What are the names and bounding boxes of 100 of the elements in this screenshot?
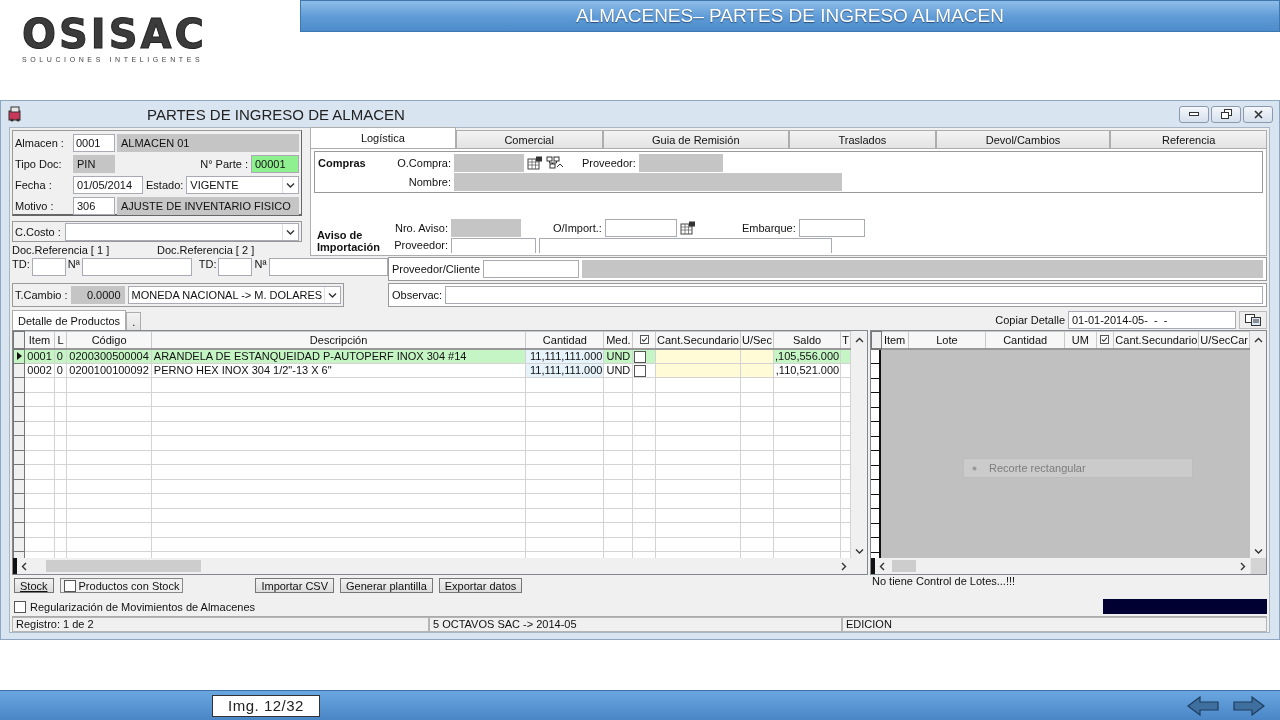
number-field[interactable] [81,258,192,276]
chevron-down-icon [328,292,337,298]
field-label: Proveedor/Cliente [392,263,481,275]
column-header[interactable]: Cant.Secundario [1113,331,1199,349]
checkbox[interactable] [63,579,76,592]
row-pointer-icon [17,352,22,361]
column-header[interactable]: UM [1064,331,1097,349]
copy-button[interactable] [1239,311,1267,329]
client-name-field[interactable] [582,260,1263,278]
vertical-scrollbar[interactable] [1250,331,1266,558]
image-counter: Img. 12/32 [212,694,320,717]
column-header[interactable]: Cantidad [525,331,604,349]
shipment-field[interactable] [798,219,865,237]
currency-dropdown[interactable]: MONEDA NACIONAL -> M. DOLARES [127,286,341,304]
tab[interactable]: Traslados [789,130,936,148]
column-header[interactable]: Item [24,331,55,349]
rate-field[interactable]: 0.0000 [70,286,125,304]
table-row[interactable]: 0002 0 0200100100092 PERNO HEX INOX 304 1/2"-13 X 6" 11,111,111.000 UND ,110,521.000 [13,363,851,378]
column-header[interactable]: Lote [908,331,986,349]
column-header[interactable]: Descripción [151,331,526,349]
table-cell: 0200100100092 [66,363,152,378]
code-field[interactable]: PIN [73,154,115,173]
field-label: C.Costo : [15,225,61,238]
notes-field[interactable] [445,286,1263,304]
column-header[interactable]: Saldo [773,331,841,349]
horizontal-scrollbar[interactable] [871,558,1250,574]
chevron-right-icon [840,561,847,571]
tab[interactable]: . [126,312,142,330]
column-header[interactable]: Cantidad [985,331,1065,349]
field-label: Tipo Doc: [15,157,63,170]
date-field[interactable]: 01/05/2014 [73,175,143,194]
table-icon[interactable] [679,221,696,235]
supplier-field[interactable] [451,238,536,253]
column-header[interactable]: U/SecCar [1198,331,1250,349]
action-button[interactable]: Generar plantilla [340,578,433,594]
close-button[interactable] [1243,105,1273,123]
import-field[interactable] [604,219,677,237]
td-field[interactable] [31,258,66,276]
section-label: Doc.Referencia [ 2 ] [157,244,256,256]
number-field[interactable]: 00001 [251,154,299,173]
copy-field[interactable]: 01-01-2014-05- - - [1068,311,1236,329]
restore-button[interactable] [1211,105,1241,123]
number-field[interactable] [268,258,388,276]
supplier-field[interactable] [638,153,723,172]
network-icon[interactable] [546,155,564,170]
field-label: Embarque: [741,222,796,234]
chevron-left-icon [21,561,28,571]
name-field[interactable]: AJUSTE DE INVENTARIO FISICO [117,196,299,215]
scrollbar-thumb[interactable] [892,560,916,572]
section-title: Compras [318,156,367,169]
action-button[interactable]: Stock [14,578,54,594]
td-field[interactable] [218,258,253,276]
client-code-field[interactable] [483,260,580,278]
tab[interactable]: Comercial [455,130,603,148]
code-field[interactable]: 0001 [73,133,115,152]
code-field[interactable]: 306 [73,196,115,215]
column-header[interactable]: Cant.Secundario [655,331,741,349]
table-icon[interactable] [527,155,543,170]
notice-field[interactable] [451,219,521,237]
left-arrow-icon[interactable] [1186,695,1220,716]
action-button[interactable]: Exportar datos [438,578,523,594]
column-header[interactable]: Item [881,331,909,349]
action-button[interactable]: Importar CSV [255,578,335,594]
horizontal-scrollbar[interactable] [13,558,851,574]
tab[interactable]: Devol/Cambios [935,130,1111,148]
right-arrow-icon[interactable] [1232,695,1266,716]
checkbox-label[interactable]: Regularización de Movimientos de Almacenes [30,600,255,613]
name-field[interactable] [454,172,842,191]
field-label: Nª [67,258,80,272]
restore-icon [1220,109,1232,119]
field-label: O/Import.: [553,222,602,234]
field-label: TD: [198,258,217,272]
tab[interactable]: Referencia [1110,130,1267,148]
column-header[interactable]: U/Sec [740,331,774,349]
name-field[interactable]: ALMACEN 01 [117,133,299,152]
column-header[interactable]: Código [66,331,152,349]
scrollbar-thumb[interactable] [46,560,201,572]
field-label: Nª [254,258,267,272]
table-cell: 0 [54,363,67,378]
minimize-button[interactable] [1179,105,1209,123]
status-panel: 5 OCTAVOS SAC -> 2014-05 [429,616,842,632]
status-dropdown[interactable]: VIGENTE [186,175,299,194]
field-label: Fecha : [15,178,53,191]
app-icon [7,106,23,122]
checkbox-icon [1100,335,1110,345]
checkbox[interactable] [634,350,647,363]
checkbox[interactable] [634,364,647,377]
window-title: PARTES DE INGRESO DE ALMACEN [147,105,405,123]
table-row[interactable]: 0001 0 0200300500004 ARANDELA DE ESTANQUEIDAD P-AUTOPERF INOX 304 #14 11,111,111.000 UND ,105,556.000 [13,348,851,364]
status-panel: EDICION [842,616,1267,632]
supplier-name-field[interactable] [539,238,832,253]
column-header[interactable]: Med. [603,331,633,349]
checkbox[interactable] [14,600,26,613]
tab[interactable]: Logística [310,127,456,148]
vertical-scrollbar[interactable] [851,331,867,558]
order-field[interactable] [454,153,524,172]
tab[interactable]: Guia de Remisión [602,130,789,148]
column-header[interactable]: T [840,331,851,349]
field-label: Observac: [392,289,443,301]
tab[interactable]: Detalle de Productos [12,310,127,330]
